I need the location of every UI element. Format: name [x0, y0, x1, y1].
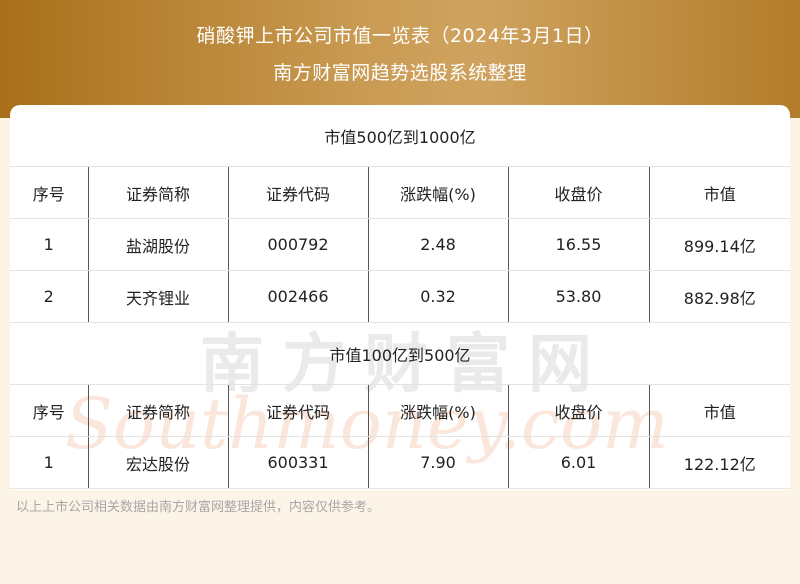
column-header-row: 序号 证券简称 证券代码 涨跌幅(%) 收盘价 市值 [10, 166, 790, 219]
cell-name: 宏达股份 [88, 436, 229, 489]
cell-index: 2 [10, 270, 89, 323]
column-header: 市值 [649, 166, 790, 219]
column-header: 证券简称 [88, 384, 229, 437]
market-cap-table: 市值500亿到1000亿 序号 证券简称 证券代码 涨跌幅(%) 收盘价 市值 … [10, 105, 790, 489]
table-row: 1 宏达股份 600331 7.90 6.01 122.12亿 [10, 436, 790, 489]
table-row: 1 盐湖股份 000792 2.48 16.55 899.14亿 [10, 218, 790, 271]
section-header-row: 市值500亿到1000亿 [10, 105, 790, 167]
cell-marketcap: 122.12亿 [649, 436, 790, 489]
cell-close: 6.01 [508, 436, 650, 489]
cell-code: 600331 [228, 436, 369, 489]
header-banner: 硝酸钾上市公司市值一览表（2024年3月1日） 南方财富网趋势选股系统整理 [0, 0, 800, 118]
column-header: 序号 [10, 166, 89, 219]
cell-code: 000792 [228, 218, 369, 271]
column-header: 证券代码 [228, 166, 369, 219]
cell-code: 002466 [228, 270, 369, 323]
section-header-row: 市值100亿到500亿 [10, 322, 790, 385]
cell-close: 53.80 [508, 270, 650, 323]
cell-index: 1 [10, 436, 89, 489]
cell-marketcap: 882.98亿 [649, 270, 790, 323]
column-header: 证券简称 [88, 166, 229, 219]
column-header: 涨跌幅(%) [368, 166, 509, 219]
column-header: 市值 [649, 384, 790, 437]
column-header: 证券代码 [228, 384, 369, 437]
cell-marketcap: 899.14亿 [649, 218, 790, 271]
column-header: 序号 [10, 384, 89, 437]
cell-change: 0.32 [368, 270, 509, 323]
cell-index: 1 [10, 218, 89, 271]
section-title: 市值500亿到1000亿 [10, 105, 790, 167]
cell-name: 天齐锂业 [88, 270, 229, 323]
cell-change: 7.90 [368, 436, 509, 489]
column-header-row: 序号 证券简称 证券代码 涨跌幅(%) 收盘价 市值 [10, 384, 790, 437]
section-title: 市值100亿到500亿 [10, 322, 790, 385]
page-title: 硝酸钾上市公司市值一览表（2024年3月1日） [196, 25, 604, 47]
data-card: 南方财富网 Southmoney.com 市值500亿到1000亿 序号 证券简… [10, 105, 790, 490]
page-subtitle: 南方财富网趋势选股系统整理 [273, 62, 527, 84]
table-row: 2 天齐锂业 002466 0.32 53.80 882.98亿 [10, 270, 790, 323]
column-header: 收盘价 [508, 166, 650, 219]
column-header: 收盘价 [508, 384, 650, 437]
footer-note: 以上上市公司相关数据由南方财富网整理提供，内容仅供参考。 [16, 500, 381, 515]
column-header: 涨跌幅(%) [368, 384, 509, 437]
cell-change: 2.48 [368, 218, 509, 271]
cell-close: 16.55 [508, 218, 650, 271]
cell-name: 盐湖股份 [88, 218, 229, 271]
